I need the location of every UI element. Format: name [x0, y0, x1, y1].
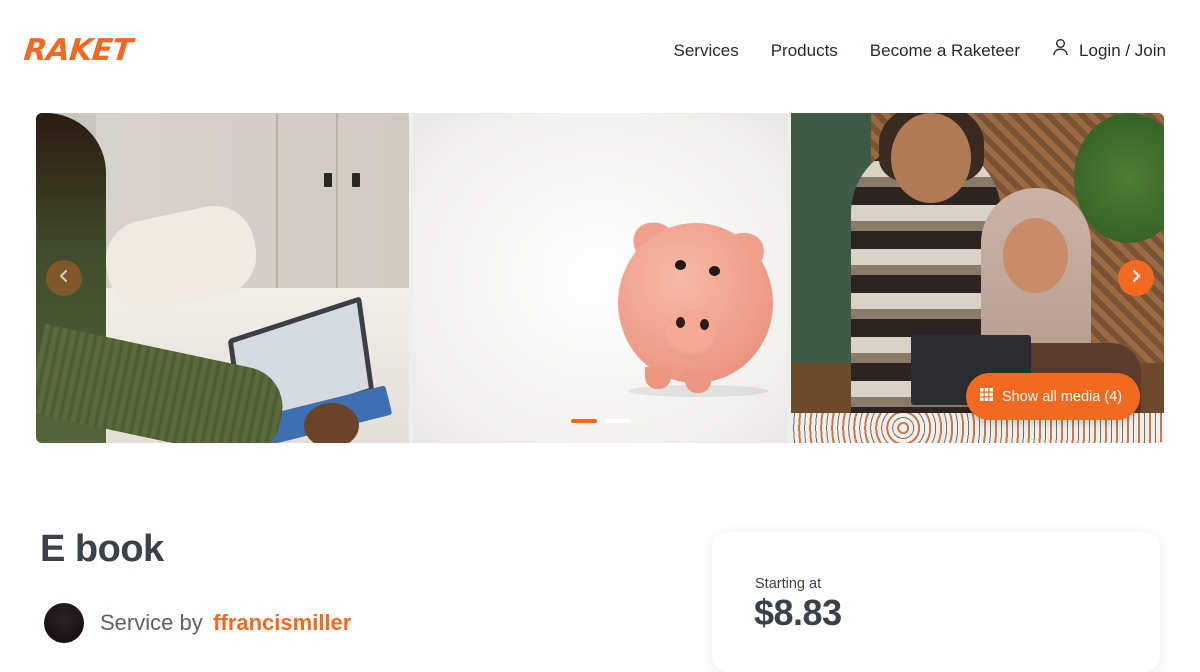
- price-value: $8.83: [754, 592, 842, 633]
- pagination-dot-2[interactable]: [605, 419, 631, 423]
- grid-icon: [980, 388, 993, 405]
- pricing-card: Starting at $8.83: [712, 532, 1160, 672]
- main-nav: Services Products Become a Raketeer Logi…: [674, 38, 1166, 63]
- site-header: RAKET Services Products Become a Raketee…: [0, 0, 1200, 100]
- nav-become-raketeer[interactable]: Become a Raketeer: [870, 39, 1020, 63]
- login-join-label: Login / Join: [1079, 40, 1166, 60]
- starting-at-label: Starting at: [755, 576, 822, 592]
- seller-info: Service by ffrancismiller: [44, 603, 351, 643]
- gallery-image-tablet[interactable]: [36, 113, 410, 443]
- show-all-media-label: Show all media (4): [1002, 388, 1123, 405]
- raket-logo[interactable]: RAKET: [22, 33, 134, 68]
- gallery-image-piggy-bank[interactable]: [413, 113, 787, 443]
- nav-products[interactable]: Products: [771, 39, 838, 63]
- show-all-media-button[interactable]: Show all media (4): [966, 373, 1141, 420]
- chevron-right-icon: [1129, 269, 1143, 288]
- login-join-link[interactable]: Login / Join: [1052, 38, 1166, 63]
- nav-services[interactable]: Services: [674, 39, 739, 63]
- seller-avatar[interactable]: [44, 603, 84, 643]
- seller-name-link[interactable]: ffrancismiller: [213, 610, 351, 635]
- listing-title: E book: [40, 528, 164, 570]
- gallery-pagination: [571, 419, 631, 423]
- pagination-dot-1[interactable]: [571, 419, 597, 423]
- service-by-label: Service by: [100, 610, 203, 635]
- user-icon: [1052, 38, 1069, 63]
- chevron-left-icon: [57, 269, 71, 288]
- gallery-next-button[interactable]: [1118, 260, 1154, 296]
- gallery-prev-button[interactable]: [46, 260, 82, 296]
